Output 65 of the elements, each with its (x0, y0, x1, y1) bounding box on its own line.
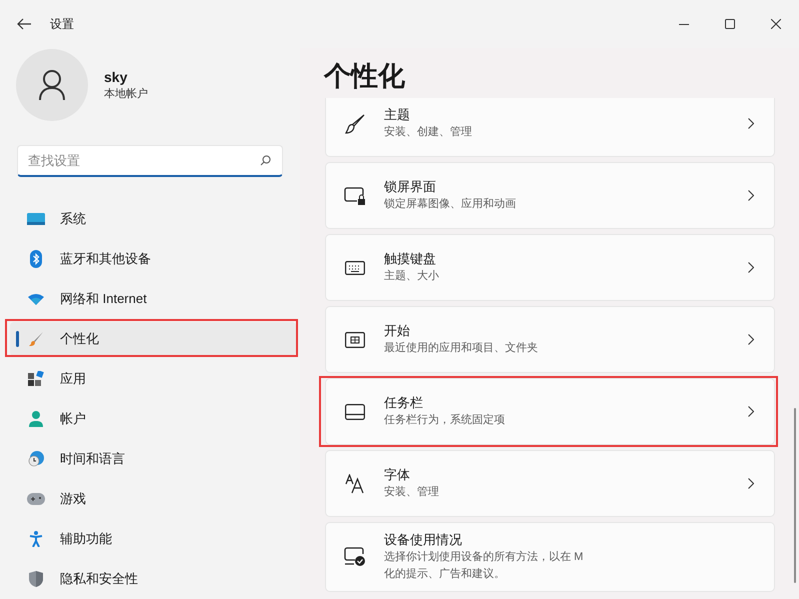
apps-icon (28, 371, 44, 387)
chevron-icon (748, 190, 754, 201)
account-type: 本地帐户 (104, 86, 148, 102)
bluetooth-icon (30, 250, 42, 268)
card-title: 任务栏 (384, 394, 423, 412)
font-icon (345, 474, 365, 494)
back-icon[interactable] (17, 18, 31, 30)
wifi-icon (27, 293, 45, 305)
settings-card[interactable]: 设备使用情况 选择你计划使用设备的所有方法，以在 M 化的提示、广告和建议。 (325, 522, 775, 592)
card-description: 最近使用的应用和项目、文件夹 (384, 340, 538, 356)
accessibility-icon (29, 531, 43, 547)
card-description: 安装、创建、管理 (384, 124, 472, 140)
nav-item[interactable]: 游戏 (10, 482, 296, 516)
card-title: 触摸键盘 (384, 250, 436, 268)
window-title: 设置 (50, 16, 74, 33)
person-icon (38, 69, 66, 101)
user-icon (28, 411, 44, 427)
chevron-icon (748, 262, 754, 273)
shield-icon (29, 571, 43, 587)
start-menu-icon (345, 332, 365, 348)
settings-card[interactable]: 任务栏 任务栏行为，系统固定项 (325, 378, 775, 445)
settings-card[interactable]: 开始 最近使用的应用和项目、文件夹 (325, 306, 775, 373)
chevron-icon (748, 118, 754, 129)
gamepad-icon (27, 493, 45, 505)
account-name: sky (104, 68, 128, 86)
search-field[interactable]: 查找设置 (17, 145, 283, 177)
brush-icon (345, 114, 365, 134)
card-title: 设备使用情况 (384, 531, 462, 549)
chevron-icon (748, 334, 754, 345)
card-description: 选择你计划使用设备的所有方法，以在 M 化的提示、广告和建议。 (384, 550, 584, 582)
card-title: 主题 (384, 106, 410, 124)
clock-globe-icon (28, 451, 44, 467)
settings-card[interactable]: 锁屏界面 锁定屏幕图像、应用和动画 (325, 162, 775, 229)
lock-screen-icon (344, 186, 366, 204)
card-title: 锁屏界面 (384, 178, 436, 196)
card-description: 主题、大小 (384, 268, 439, 284)
nav-item[interactable]: 应用 (10, 362, 296, 396)
nav-item[interactable]: 帐户 (10, 402, 296, 436)
selection-indicator (16, 331, 19, 347)
settings-card[interactable]: 主题 安装、创建、管理 (325, 98, 775, 157)
search-icon (260, 155, 271, 166)
monitor-icon (27, 213, 45, 225)
taskbar-icon (345, 404, 365, 420)
nav-item[interactable]: 网络和 Internet (10, 282, 296, 316)
settings-card[interactable]: 触摸键盘 主题、大小 (325, 234, 775, 301)
keyboard-icon (345, 260, 365, 274)
nav-item[interactable]: 时间和语言 (10, 442, 296, 476)
nav-item[interactable]: 隐私和安全性 (10, 562, 296, 596)
close-icon[interactable] (771, 19, 781, 29)
scroll-bar[interactable] (794, 408, 796, 583)
card-title: 字体 (384, 466, 410, 484)
card-description: 任务栏行为，系统固定项 (384, 412, 505, 428)
chevron-icon (748, 406, 754, 417)
card-title: 开始 (384, 322, 410, 340)
maximize-icon[interactable] (725, 19, 735, 29)
nav-item[interactable]: 系统 (10, 202, 296, 236)
chevron-icon (748, 478, 754, 489)
settings-card[interactable]: 字体 安装、管理 (325, 450, 775, 517)
page-title: 个性化 (324, 60, 405, 93)
device-check-icon (344, 547, 366, 567)
nav-item[interactable]: 辅助功能 (10, 522, 296, 556)
card-description: 锁定屏幕图像、应用和动画 (384, 196, 516, 212)
nav-item[interactable]: 蓝牙和其他设备 (10, 242, 296, 276)
nav-item[interactable]: 个性化 (10, 322, 296, 356)
card-description: 安装、管理 (384, 484, 439, 500)
